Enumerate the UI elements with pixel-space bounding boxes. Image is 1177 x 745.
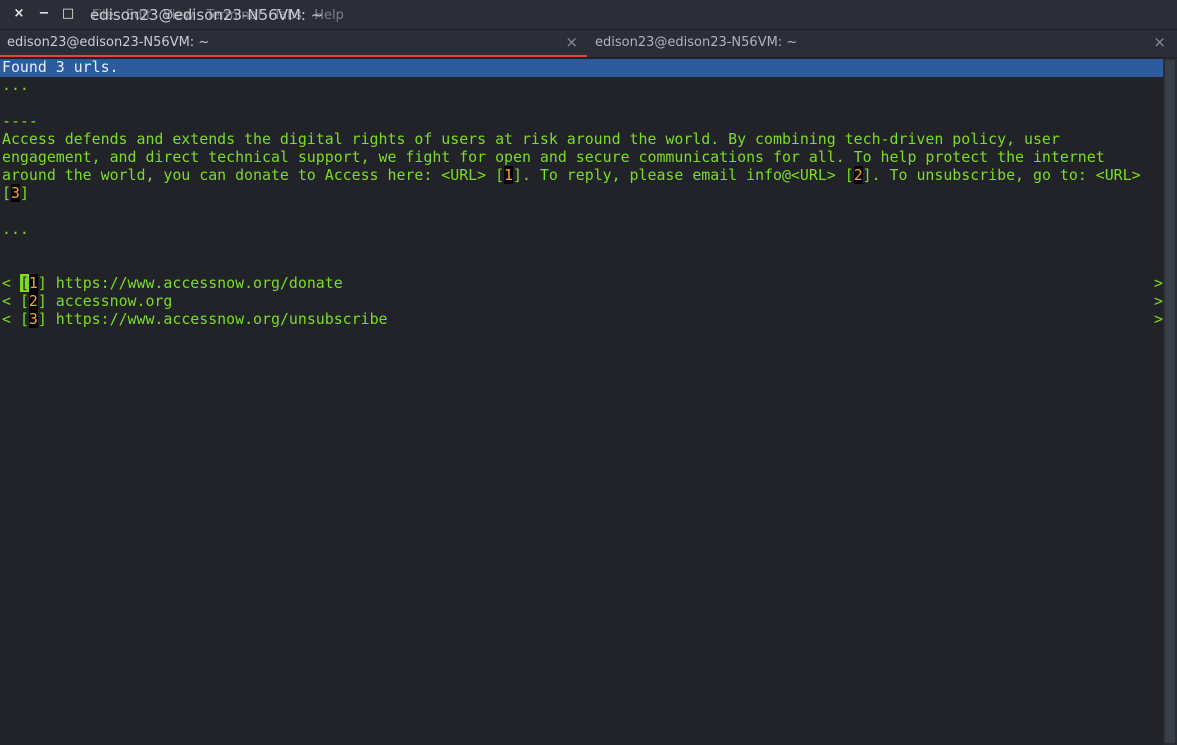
body-line: Access defends and extends the digital r…	[2, 130, 1060, 148]
url-arrow: >	[1154, 310, 1163, 328]
url-number: 3	[28, 310, 38, 328]
url-number: 1	[28, 274, 38, 292]
menu-help[interactable]: Help	[314, 8, 344, 23]
url-prefix: <	[2, 274, 20, 292]
url-text[interactable]: accessnow.org	[47, 292, 173, 310]
link-number: 1	[504, 166, 514, 184]
link-number: 3	[10, 184, 20, 202]
tab-close-icon[interactable]: ×	[1153, 33, 1166, 51]
body-text: [	[2, 184, 11, 202]
body-text: ]. To unsubscribe, go to: <URL>	[862, 166, 1141, 184]
url-item[interactable]: < [3] https://www.accessnow.org/unsubscr…	[2, 310, 388, 328]
status-line: Found 3 urls.	[2, 58, 119, 76]
tab-bar: edison23@edison23-N56VM: ~ × edison23@ed…	[0, 30, 1177, 57]
menu-tabs[interactable]: Tabs	[273, 8, 302, 23]
url-item[interactable]: < [1] https://www.accessnow.org/donate	[2, 274, 343, 292]
url-number: 2	[28, 292, 38, 310]
url-bracket: ]	[37, 274, 47, 292]
tab-close-icon[interactable]: ×	[565, 33, 578, 51]
minimize-window-icon[interactable]: −	[37, 7, 51, 21]
maximize-window-icon[interactable]: □	[61, 7, 75, 21]
body-text: around the world, you can donate to Acce…	[2, 166, 505, 184]
close-window-icon[interactable]: ×	[12, 7, 26, 21]
status-highlight	[0, 59, 1163, 77]
selection-cursor: [	[19, 274, 29, 292]
url-prefix: <	[2, 310, 20, 328]
body-line: around the world, you can donate to Acce…	[2, 166, 1141, 184]
title-bar: × − □ File Edit View Terminal Tabs Help …	[0, 0, 1177, 30]
menu-file[interactable]: File	[92, 8, 114, 23]
scrollbar-thumb[interactable]	[1165, 60, 1175, 743]
body-text: ]	[19, 184, 29, 202]
url-prefix: <	[2, 292, 20, 310]
menu-edit[interactable]: Edit	[126, 8, 151, 23]
tab-2[interactable]: edison23@edison23-N56VM: ~ ×	[588, 30, 1175, 57]
url-bracket: ]	[37, 310, 47, 328]
url-arrow: >	[1154, 292, 1163, 310]
url-arrow: >	[1154, 274, 1163, 292]
url-bracket: [	[19, 292, 29, 310]
separator-line: ----	[2, 112, 38, 130]
menu-bar: File Edit View Terminal Tabs Help	[92, 8, 352, 23]
tab-label: edison23@edison23-N56VM: ~	[7, 35, 210, 50]
tab-1[interactable]: edison23@edison23-N56VM: ~ ×	[0, 30, 587, 57]
terminal-area[interactable]: Found 3 urls. ... ---- Access defends an…	[0, 58, 1163, 745]
scrollbar[interactable]	[1163, 58, 1177, 745]
body-text: ]. To reply, please email info@<URL> [	[513, 166, 854, 184]
ellipsis-line: ...	[2, 220, 29, 238]
ellipsis-line: ...	[2, 76, 29, 94]
body-line: [3]	[2, 184, 29, 202]
menu-terminal[interactable]: Terminal	[206, 8, 261, 23]
url-item[interactable]: < [2] accessnow.org	[2, 292, 172, 310]
body-line: engagement, and direct technical support…	[2, 148, 1105, 166]
tab-label: edison23@edison23-N56VM: ~	[595, 35, 798, 50]
link-number: 2	[853, 166, 863, 184]
url-bracket: [	[19, 310, 29, 328]
url-text[interactable]: https://www.accessnow.org/unsubscribe	[47, 310, 388, 328]
menu-view[interactable]: View	[163, 8, 194, 23]
url-text[interactable]: https://www.accessnow.org/donate	[47, 274, 343, 292]
url-bracket: ]	[37, 292, 47, 310]
